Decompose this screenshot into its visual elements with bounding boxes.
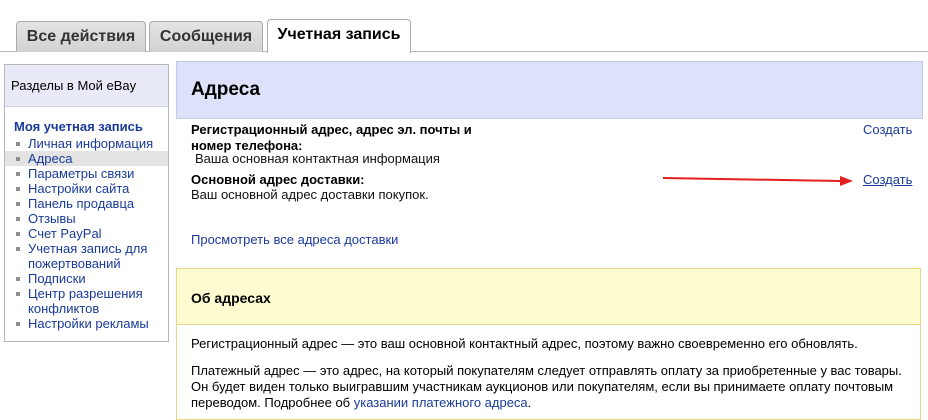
- create-shipping-address-link[interactable]: Создать: [863, 172, 912, 187]
- page-header: Адреса: [176, 61, 923, 119]
- bullet-icon: [16, 157, 20, 161]
- tab-messages[interactable]: Сообщения: [149, 21, 263, 52]
- bullet-icon: [16, 247, 20, 251]
- shipping-address-desc: Ваш основной адрес доставки покупок.: [191, 187, 429, 202]
- sidebar-item-label: Адреса: [28, 151, 73, 166]
- sidebar: Разделы в Мой eBay Моя учетная запись Ли…: [4, 64, 169, 342]
- view-all-shipping-addresses-link[interactable]: Просмотреть все адреса доставки: [191, 232, 398, 248]
- registration-address-title: Регистрационный адрес, адрес эл. почты и…: [191, 122, 472, 153]
- bullet-icon: [16, 292, 20, 296]
- sidebar-item-paypal[interactable]: Счет PayPal: [5, 226, 168, 241]
- sidebar-item-site-settings[interactable]: Настройки сайта: [5, 181, 168, 196]
- red-arrow-icon: [662, 176, 853, 186]
- sidebar-item-seller-dashboard[interactable]: Панель продавца: [5, 196, 168, 211]
- sidebar-item-label: Панель продавца: [28, 196, 135, 211]
- sidebar-item-label: Учетная запись для пожертвований: [28, 241, 148, 271]
- bullet-icon: [16, 172, 20, 176]
- billing-address-info-link[interactable]: указании платежного адреса: [354, 395, 528, 410]
- sidebar-item-donations[interactable]: Учетная запись для пожертвований: [5, 241, 168, 271]
- about-p2-line1: Платежный адрес — это адрес, на который …: [191, 363, 902, 378]
- sidebar-item-ad-settings[interactable]: Настройки рекламы: [5, 316, 168, 331]
- registration-address-desc: Ваша основная контактная информация: [195, 151, 440, 166]
- about-p2-line3: переводом. Подробнее об: [191, 395, 354, 410]
- shipping-address-title: Основной адрес доставки:: [191, 172, 365, 187]
- tab-bar: Все действия Сообщения Учетная запись: [0, 0, 928, 53]
- sidebar-section-my-account[interactable]: Моя учетная запись: [14, 119, 168, 134]
- sidebar-item-label: Подписки: [28, 271, 86, 286]
- sidebar-item-label: Счет PayPal: [28, 226, 102, 241]
- tab-account[interactable]: Учетная запись: [267, 19, 411, 53]
- sidebar-item-personal-info[interactable]: Личная информация: [5, 136, 168, 151]
- sidebar-item-feedback[interactable]: Отзывы: [5, 211, 168, 226]
- about-addresses-box: Об адресах Регистрационный адрес — это в…: [176, 268, 921, 420]
- sidebar-item-resolution-center[interactable]: Центр разрешения конфликтов: [5, 286, 168, 316]
- tab-all-activity[interactable]: Все действия: [16, 21, 146, 52]
- bullet-icon: [16, 142, 20, 146]
- bullet-icon: [16, 232, 20, 236]
- sidebar-item-subscriptions[interactable]: Подписки: [5, 271, 168, 286]
- sidebar-item-label: Настройки сайта: [28, 181, 130, 196]
- about-p2-line2: Он будет виден только выигравшим участни…: [191, 379, 894, 394]
- sidebar-item-addresses[interactable]: Адреса: [5, 151, 168, 166]
- page-title: Адреса: [191, 79, 261, 100]
- sidebar-item-label: Настройки рекламы: [28, 316, 149, 331]
- sidebar-list: Личная информация Адреса Параметры связи…: [5, 136, 168, 331]
- bullet-icon: [16, 277, 20, 281]
- sidebar-item-communication[interactable]: Параметры связи: [5, 166, 168, 181]
- sidebar-item-label: Центр разрешения конфликтов: [28, 286, 143, 316]
- sidebar-item-label: Отзывы: [28, 211, 76, 226]
- about-p2-suffix: .: [527, 395, 532, 410]
- sidebar-item-label: Личная информация: [28, 136, 154, 151]
- bullet-icon: [16, 202, 20, 206]
- about-paragraph-2: Платежный адрес — это адрес, на который …: [191, 363, 906, 411]
- bullet-icon: [16, 187, 20, 191]
- sidebar-title: Разделы в Мой eBay: [5, 65, 168, 107]
- bullet-icon: [16, 217, 20, 221]
- bullet-icon: [16, 322, 20, 326]
- create-registration-address-link[interactable]: Создать: [863, 122, 912, 137]
- sidebar-item-label: Параметры связи: [28, 166, 135, 181]
- about-addresses-title: Об адресах: [177, 269, 920, 325]
- about-paragraph-1: Регистрационный адрес — это ваш основной…: [191, 336, 858, 351]
